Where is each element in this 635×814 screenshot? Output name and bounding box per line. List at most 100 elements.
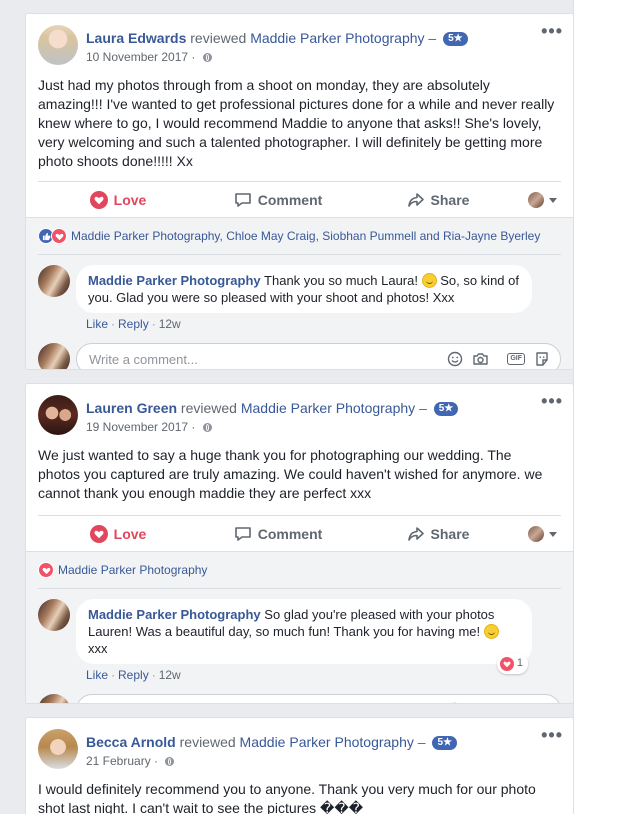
post-as-selector[interactable] [528, 526, 557, 542]
post-as-selector[interactable] [528, 192, 557, 208]
reaction-names[interactable]: Maddie Parker Photography [58, 563, 207, 577]
love-label: Love [113, 525, 147, 542]
avatar[interactable] [38, 395, 78, 435]
reply-link[interactable]: Reply [118, 668, 149, 682]
comment-box[interactable]: GIF [76, 343, 561, 369]
globe-icon [202, 53, 212, 62]
heart-icon [89, 190, 108, 209]
write-comment-row: GIF [38, 694, 561, 703]
avatar [528, 192, 544, 208]
action-bar: Love Comment Share [38, 181, 561, 217]
like-link[interactable]: Like [86, 317, 108, 331]
reviewer-name[interactable]: Laura Edwards [86, 30, 186, 46]
reactions-summary[interactable]: Maddie Parker Photography [38, 552, 561, 589]
camera-icon[interactable] [472, 351, 489, 367]
more-options-icon[interactable]: ••• [541, 726, 563, 744]
gif-icon[interactable]: GIF [498, 353, 525, 365]
comment-meta: Like · Reply · 12w [86, 317, 181, 331]
smiley-emoji-icon [483, 624, 499, 639]
dash: – [428, 30, 437, 46]
rating-badge: 5★ [433, 402, 459, 416]
comment-time[interactable]: 12w [159, 668, 181, 682]
love-button[interactable]: Love [38, 524, 198, 543]
comment-reaction-count[interactable]: 1 [496, 653, 528, 674]
comment-button[interactable]: Comment [198, 525, 358, 543]
avatar[interactable] [38, 599, 70, 631]
comment-bubble: Maddie Parker Photography So glad you're… [76, 599, 532, 674]
heart-count: 1 [516, 657, 523, 669]
action-bar: Love Comment Share [38, 515, 561, 551]
comment-input[interactable] [89, 351, 439, 367]
comment-bubble: Maddie Parker Photography Thank you so m… [76, 265, 532, 313]
avatar[interactable] [38, 729, 78, 769]
avatar[interactable] [38, 25, 78, 65]
page-link[interactable]: Maddie Parker Photography [240, 734, 414, 750]
comment-icon [234, 192, 251, 207]
comment-button[interactable]: Comment [198, 191, 358, 209]
reviewed-text: reviewed [190, 30, 247, 46]
share-label: Share [430, 191, 470, 208]
chevron-down-icon [549, 531, 557, 537]
reply-link[interactable]: Reply [118, 317, 149, 331]
reactions-summary[interactable]: Maddie Parker Photography, Chloe May Cra… [38, 218, 561, 255]
comment-text: Thank you so much Laura! [264, 273, 418, 288]
rating-badge: 5★ [432, 736, 457, 750]
reaction-names[interactable]: Maddie Parker Photography, Chloe May Cra… [71, 229, 540, 243]
comment-box[interactable]: GIF [76, 694, 561, 703]
share-icon [407, 526, 424, 541]
reviewer-name[interactable]: Lauren Green [86, 400, 177, 416]
comment: Maddie Parker Photography Thank you so m… [38, 265, 561, 313]
avatar [528, 526, 544, 542]
like-link[interactable]: Like [86, 668, 108, 682]
emoji-icon[interactable] [447, 351, 463, 367]
avatar[interactable] [38, 265, 70, 297]
review-card: ••• Becca Arnold reviewed Maddie Parker … [25, 717, 574, 814]
comment: Maddie Parker Photography So glad you're… [38, 599, 561, 674]
comment-time[interactable]: 12w [159, 317, 181, 331]
comment-text-continued: xxx [88, 641, 108, 656]
reviewer-name[interactable]: Becca Arnold [86, 734, 176, 750]
share-button[interactable]: Share [358, 525, 518, 543]
sticker-icon[interactable] [534, 702, 550, 703]
sticker-icon[interactable] [534, 351, 550, 367]
review-card: ••• Laura Edwards reviewed Maddie Parker… [25, 13, 574, 370]
love-button[interactable]: Love [38, 190, 198, 209]
post-date[interactable]: 10 November 2017 · [86, 50, 195, 64]
comment-icon [234, 526, 251, 541]
review-card: ••• Lauren Green reviewed Maddie Parker … [25, 383, 574, 704]
dash: – [417, 734, 426, 750]
heart-icon [51, 228, 67, 244]
review-text: I would definitely recommend you to anyo… [38, 781, 536, 814]
review-text: Just had my photos through from a shoot … [38, 77, 555, 169]
avatar [38, 343, 70, 369]
post-date[interactable]: 19 November 2017 · [86, 420, 195, 434]
share-button[interactable]: Share [358, 191, 518, 209]
smiley-emoji-icon [421, 273, 437, 288]
comment-input[interactable] [89, 702, 439, 703]
camera-icon[interactable] [472, 702, 489, 703]
avatar [38, 694, 70, 703]
comment-label: Comment [257, 191, 323, 208]
comment-author[interactable]: Maddie Parker Photography [88, 607, 261, 622]
page-link[interactable]: Maddie Parker Photography [250, 30, 424, 46]
post-date[interactable]: 21 February · [86, 754, 158, 768]
more-options-icon[interactable]: ••• [541, 22, 563, 40]
emoji-icon[interactable] [447, 702, 463, 703]
dash: – [419, 400, 427, 416]
rating-badge: 5★ [443, 32, 468, 46]
heart-icon [499, 656, 514, 671]
write-comment-row: GIF [38, 343, 561, 369]
share-icon [407, 192, 424, 207]
more-options-icon[interactable]: ••• [541, 392, 563, 410]
page-link[interactable]: Maddie Parker Photography [241, 400, 415, 416]
reviewed-text: reviewed [180, 400, 237, 416]
globe-icon [202, 423, 212, 432]
globe-icon [165, 757, 175, 766]
heart-icon [38, 562, 54, 578]
review-text: We just wanted to say a huge thank you f… [38, 447, 543, 501]
comment-author[interactable]: Maddie Parker Photography [88, 273, 261, 288]
chevron-down-icon [549, 197, 557, 203]
heart-icon [89, 524, 108, 543]
share-label: Share [430, 525, 470, 542]
comment-meta: Like · Reply · 12w [86, 668, 181, 682]
